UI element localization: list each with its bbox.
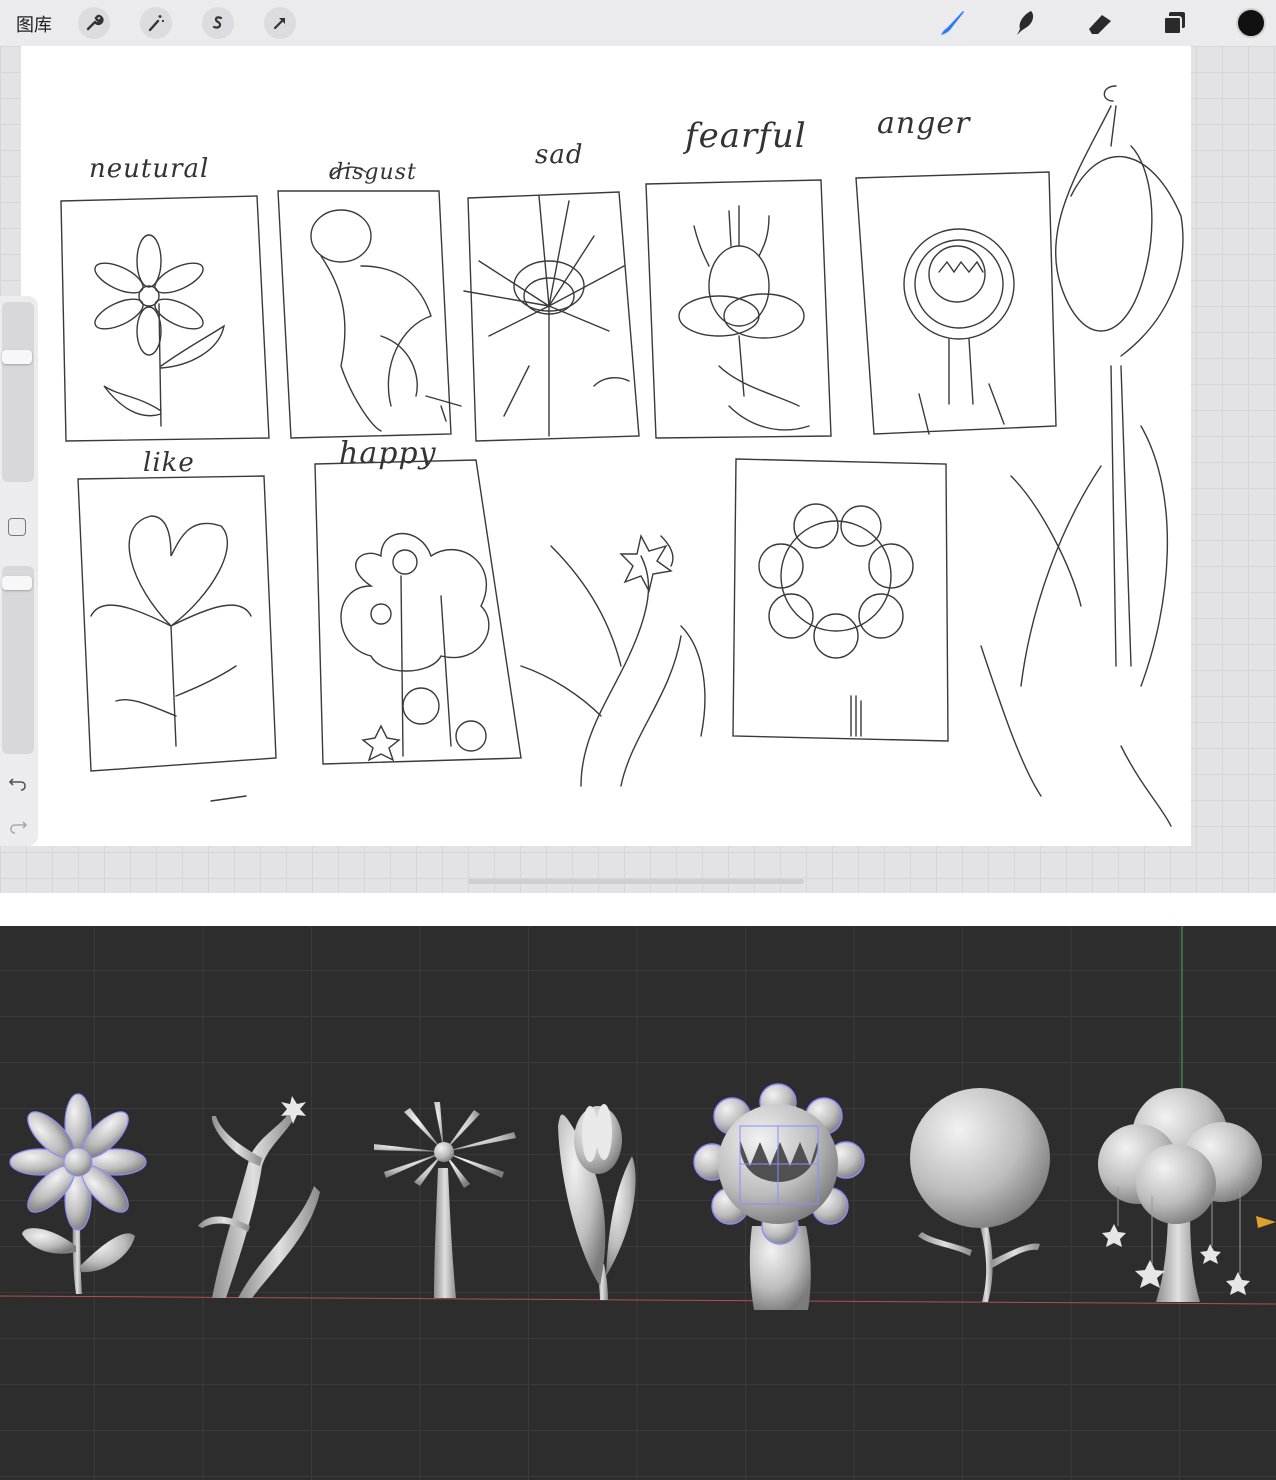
sketch-label-disgust: disgust [329, 160, 417, 185]
color-icon[interactable] [1236, 8, 1266, 38]
x-axis-line [0, 1295, 1276, 1305]
tulip-model [558, 1104, 636, 1300]
undo-icon[interactable] [7, 771, 29, 793]
brush-size-handle[interactable] [2, 350, 32, 364]
side-panel [0, 296, 38, 846]
cloud-tree-model [1098, 1088, 1262, 1302]
sketch-label-fearful: fearful [685, 116, 807, 156]
sketch-canvas[interactable]: neutural disgust sad fearful anger like … [21, 46, 1191, 846]
brush-icon[interactable] [934, 6, 968, 40]
sketch-label-happy: happy [339, 436, 437, 471]
sunflower-monster-model [693, 1083, 865, 1310]
top-toolbar: 图库 [0, 0, 1276, 46]
opacity-slider[interactable] [2, 566, 34, 754]
sketch-label-like: like [143, 448, 195, 478]
gallery-button[interactable]: 图库 [16, 11, 52, 37]
drawing-app: 图库 neutural disgust sad fearful anger li… [0, 0, 1276, 893]
opacity-handle[interactable] [2, 576, 32, 590]
daisy-model [9, 1093, 147, 1294]
smudge-icon[interactable] [1008, 6, 1042, 40]
home-indicator [468, 879, 804, 884]
eraser-icon[interactable] [1083, 6, 1117, 40]
brush-size-slider[interactable] [2, 302, 34, 482]
redo-icon[interactable] [7, 814, 29, 836]
magic-wand-icon[interactable] [140, 7, 172, 39]
selection-s-icon[interactable] [202, 7, 234, 39]
sketch-label-sad: sad [535, 140, 584, 170]
viewport-scene [0, 926, 1276, 1310]
thorny-vine-model [198, 1096, 320, 1298]
layers-icon[interactable] [1158, 6, 1192, 40]
3d-viewport[interactable] [0, 926, 1276, 1480]
wrench-icon[interactable] [78, 7, 110, 39]
sketch-label-neutural: neutural [89, 154, 210, 184]
spiky-flower-model [374, 1102, 516, 1298]
ball-flower-model [910, 1088, 1050, 1302]
transform-arrow-icon[interactable] [264, 7, 296, 39]
modify-button[interactable] [8, 518, 26, 536]
camera-marker-icon [1256, 1216, 1276, 1228]
sketch-label-anger: anger [877, 106, 971, 141]
